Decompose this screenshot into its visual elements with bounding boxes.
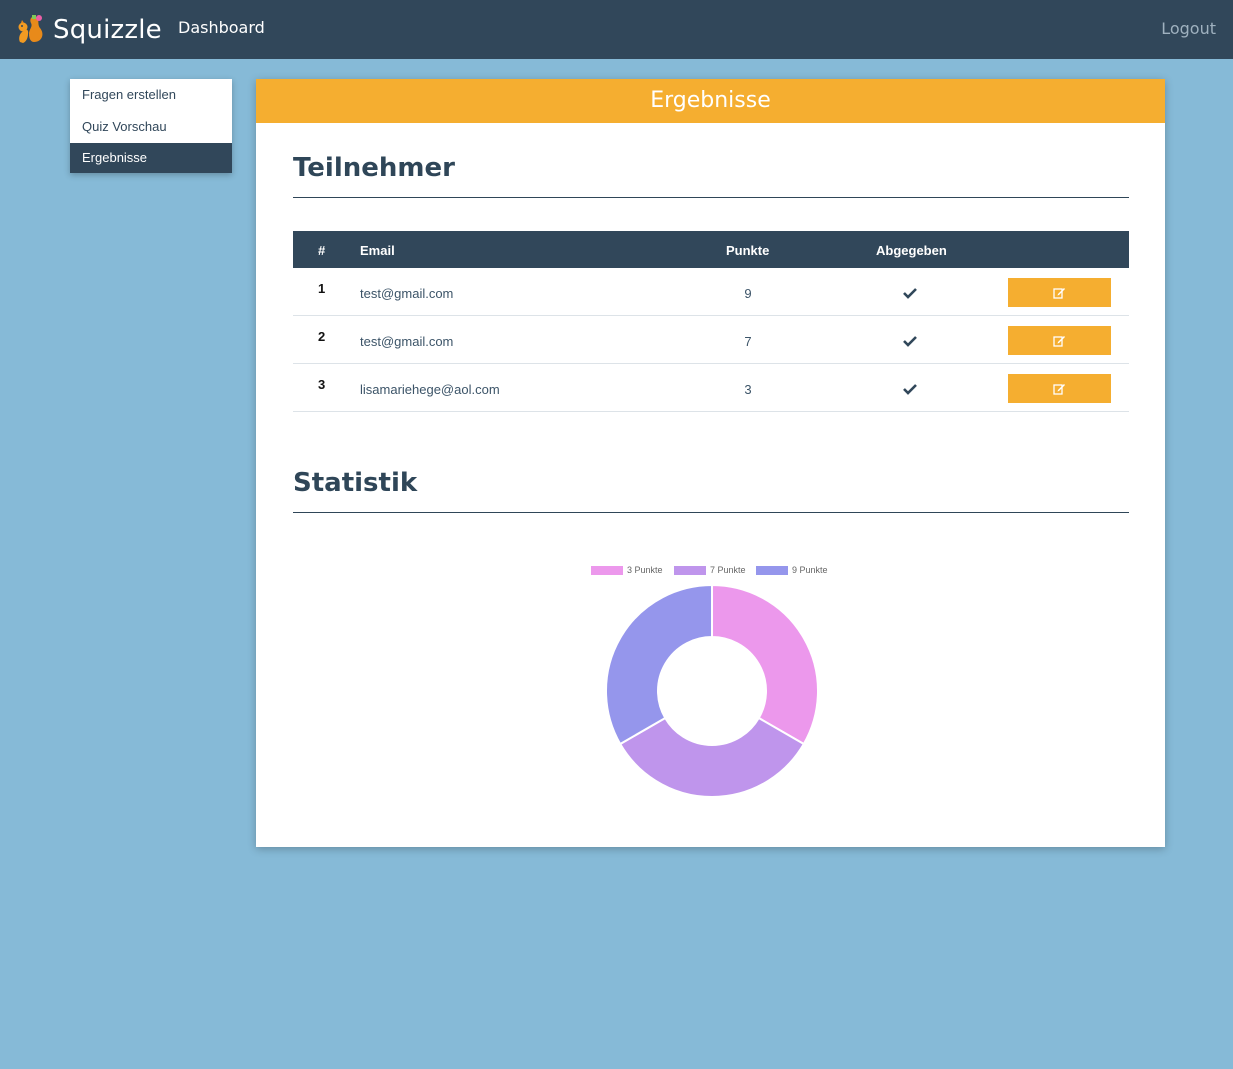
legend-item[interactable]: 9 Punkte [756,565,828,575]
row-email: test@gmail.com [360,334,454,349]
donut-slice-7-punkte[interactable] [618,716,806,798]
edit-result-button[interactable] [1008,374,1111,403]
row-number: 3 [318,377,326,392]
sidebar-item-quiz-vorschau[interactable]: Quiz Vorschau [70,111,232,143]
legend-swatch [591,565,623,575]
top-navbar: Squizzle Dashboard Logout [0,0,1233,59]
legend-item[interactable]: 7 Punkte [674,565,746,575]
squirrel-logo-icon [18,15,43,43]
brand-name: Squizzle [53,15,162,45]
points-donut-chart [605,583,819,798]
nav-dashboard-link[interactable]: Dashboard [178,18,265,37]
legend-label: 9 Punkte [792,565,828,575]
row-email: test@gmail.com [360,286,454,301]
brand-logo-link[interactable]: Squizzle [12,12,162,48]
sidebar-item-ergebnisse[interactable]: Ergebnisse [70,143,232,173]
panel-header: Ergebnisse [256,79,1165,123]
legend-label: 7 Punkte [710,565,746,575]
table-row: 3 lisamariehege@aol.com 3 [293,364,1129,412]
col-header-num: # [318,243,326,258]
row-number: 2 [318,329,326,344]
results-panel: Ergebnisse Teilnehmer # Email Punkte Abg… [256,79,1165,847]
nav-logout-link[interactable]: Logout [1161,19,1216,38]
donut-slice-3-punkte[interactable] [711,583,819,746]
legend-item[interactable]: 3 Punkte [591,565,663,575]
table-row: 1 test@gmail.com 9 [293,268,1129,316]
participants-heading: Teilnehmer [293,153,455,183]
statistics-divider [293,512,1129,513]
participants-table: # Email Punkte Abgegeben 1 test@gmail.co… [293,231,1129,412]
legend-label: 3 Punkte [627,565,663,575]
edit-result-button[interactable] [1008,326,1111,355]
donut-slice-9-punkte[interactable] [605,583,713,746]
legend-swatch [756,565,788,575]
row-email: lisamariehege@aol.com [360,382,500,397]
check-icon [903,336,917,347]
row-number: 1 [318,281,326,296]
check-icon [903,288,917,299]
sidebar-menu: Fragen erstellen Quiz Vorschau Ergebniss… [70,79,232,173]
statistics-heading: Statistik [293,468,418,498]
edit-result-button[interactable] [1008,278,1111,307]
edit-icon [1053,383,1065,395]
legend-swatch [674,565,706,575]
sidebar-item-fragen-erstellen[interactable]: Fragen erstellen [70,79,232,111]
col-header-abgegeben: Abgegeben [876,243,947,258]
check-icon [903,384,917,395]
row-points: 9 [744,286,752,301]
edit-icon [1053,335,1065,347]
col-header-punkte: Punkte [726,243,770,258]
table-row: 2 test@gmail.com 7 [293,316,1129,364]
row-points: 7 [744,334,752,349]
row-points: 3 [744,382,752,397]
participants-divider [293,197,1129,198]
edit-icon [1053,287,1065,299]
col-header-email: Email [360,243,395,258]
table-header-row: # Email Punkte Abgegeben [293,231,1129,268]
